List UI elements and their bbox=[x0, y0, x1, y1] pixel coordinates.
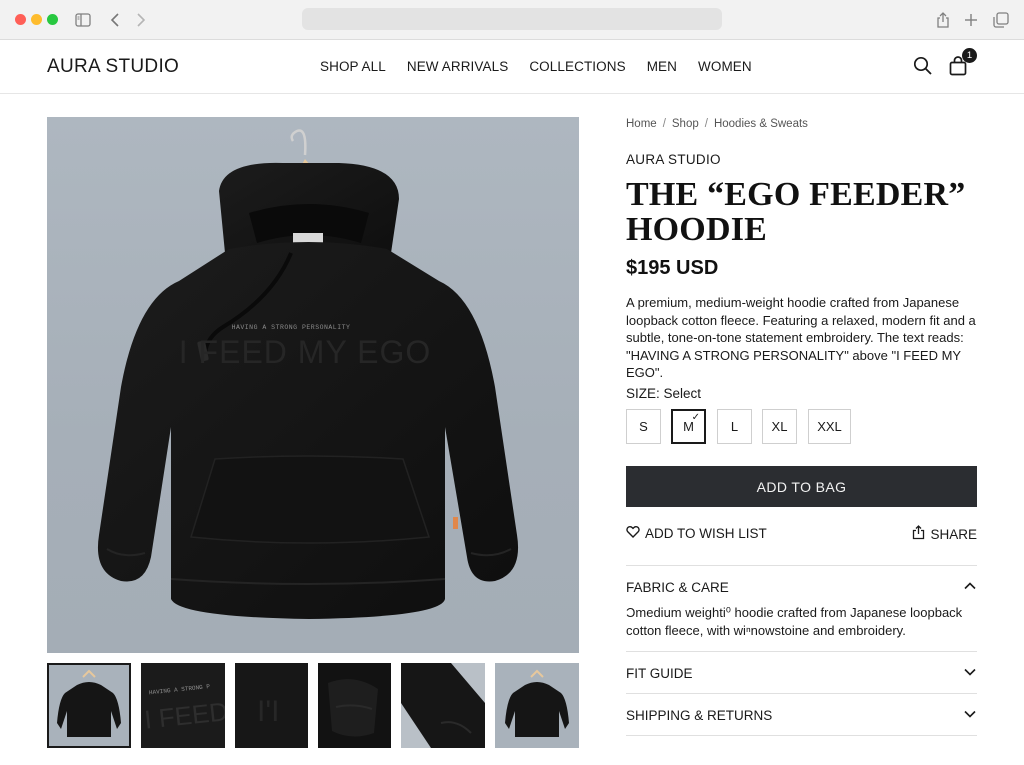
nav-new-arrivals[interactable]: NEW ARRIVALS bbox=[407, 59, 508, 74]
product-main-image[interactable]: HAVING A STRONG PERSONALITY I FEED MY EG… bbox=[47, 117, 579, 653]
accordion-shipping-returns: SHIPPING & RETURNS bbox=[626, 693, 977, 736]
address-bar[interactable] bbox=[302, 8, 722, 30]
accordion-content: Ɔmedium weighti⁰ hoodie crafted from Jap… bbox=[626, 605, 963, 638]
brand-logo[interactable]: AURA STUDIO bbox=[47, 56, 179, 78]
close-window-button[interactable] bbox=[15, 14, 26, 25]
accordion-title: FIT GUIDE bbox=[626, 665, 693, 681]
svg-text:I'I: I'I bbox=[257, 695, 279, 728]
tabs-icon[interactable] bbox=[990, 9, 1012, 31]
new-tab-icon[interactable] bbox=[960, 9, 982, 31]
size-option-l[interactable]: L bbox=[717, 409, 752, 444]
wish-list-link[interactable]: ADD TO WISH LIST bbox=[626, 525, 767, 541]
browser-toolbar bbox=[0, 0, 1024, 40]
back-icon[interactable] bbox=[104, 9, 126, 31]
nav-shop-all[interactable]: SHOP ALL bbox=[320, 59, 386, 74]
wish-list-label: ADD TO WISH LIST bbox=[645, 525, 767, 541]
product-price: $195 USD bbox=[626, 257, 719, 279]
thumbnail-front[interactable] bbox=[47, 663, 131, 748]
size-label: SIZE: Select bbox=[626, 386, 702, 401]
thumbnail-cuff-detail[interactable] bbox=[318, 663, 391, 748]
thumbnail-embroidery-closeup[interactable]: HAVING A STRONG PI FEED bbox=[141, 663, 225, 748]
accordion-fit-guide: FIT GUIDE bbox=[626, 651, 977, 694]
accordion-title: SHIPPING & RETURNS bbox=[626, 707, 773, 723]
embroidery-large-text: I FEED MY EGO bbox=[179, 334, 431, 370]
breadcrumb-separator: / bbox=[662, 118, 666, 130]
cart-count-badge: 1 bbox=[962, 48, 977, 63]
accordion-header[interactable]: FIT GUIDE bbox=[626, 652, 977, 694]
size-option-s[interactable]: S bbox=[626, 409, 661, 444]
thumbnail-back[interactable] bbox=[495, 663, 579, 748]
hoodie-front-image: HAVING A STRONG PERSONALITY I FEED MY EG… bbox=[97, 129, 519, 619]
product-brand: AURA STUDIO bbox=[626, 152, 721, 167]
thumbnail-strip: HAVING A STRONG PI FEED I'I bbox=[47, 663, 579, 748]
chevron-down-icon bbox=[963, 707, 977, 724]
accordion-title: FABRIC & CARE bbox=[626, 579, 729, 595]
share-link[interactable]: SHARE bbox=[912, 525, 977, 543]
heart-icon bbox=[626, 525, 640, 541]
accordion-divider bbox=[626, 735, 977, 736]
embroidery-small-text: HAVING A STRONG PERSONALITY bbox=[232, 324, 351, 331]
breadcrumb-hoodies[interactable]: Hoodies & Sweats bbox=[714, 118, 808, 130]
chevron-down-icon bbox=[963, 665, 977, 682]
accordion-header[interactable]: SHIPPING & RETURNS bbox=[626, 694, 977, 736]
share-icon bbox=[912, 525, 925, 543]
thumbnail-sleeve-detail[interactable] bbox=[401, 663, 485, 748]
site-header: AURA STUDIO SHOP ALL NEW ARRIVALS COLLEC… bbox=[0, 41, 1024, 94]
size-option-m[interactable]: M ✓ bbox=[671, 409, 706, 444]
forward-icon[interactable] bbox=[130, 9, 152, 31]
nav-women[interactable]: WOMEN bbox=[698, 59, 752, 74]
thumbnail-fabric-detail[interactable]: I'I bbox=[235, 663, 308, 748]
search-icon[interactable] bbox=[912, 55, 936, 79]
chevron-up-icon bbox=[963, 579, 977, 596]
size-option-xl[interactable]: XL bbox=[762, 409, 797, 444]
add-to-bag-button[interactable]: ADD TO BAG bbox=[626, 466, 977, 507]
checkmark-icon: ✓ bbox=[691, 412, 700, 423]
sidebar-icon[interactable] bbox=[72, 9, 94, 31]
size-option-xxl[interactable]: XXL bbox=[808, 409, 851, 444]
svg-text:I FEED: I FEED bbox=[143, 696, 225, 735]
breadcrumb-separator: / bbox=[704, 118, 708, 130]
zoom-window-button[interactable] bbox=[47, 14, 58, 25]
nav-collections[interactable]: COLLECTIONS bbox=[529, 59, 625, 74]
svg-text:HAVING A STRONG P: HAVING A STRONG P bbox=[149, 683, 211, 696]
nav-men[interactable]: MEN bbox=[647, 59, 677, 74]
accordion-header[interactable]: FABRIC & CARE bbox=[626, 566, 977, 608]
main-nav: SHOP ALL NEW ARRIVALS COLLECTIONS MEN WO… bbox=[320, 59, 773, 74]
share-label: SHARE bbox=[930, 526, 977, 542]
accordion-fabric-care: FABRIC & CARE Ɔmedium weighti⁰ hoodie cr… bbox=[626, 565, 977, 639]
share-icon[interactable] bbox=[932, 9, 954, 31]
breadcrumb-shop[interactable]: Shop bbox=[672, 118, 699, 130]
product-title: THE “EGO FEEDER” HOODIE bbox=[626, 176, 966, 248]
breadcrumb-home[interactable]: Home bbox=[626, 118, 657, 130]
minimize-window-button[interactable] bbox=[31, 14, 42, 25]
breadcrumb: Home / Shop / Hoodies & Sweats bbox=[626, 118, 808, 130]
product-description: A premium, medium-weight hoodie crafted … bbox=[626, 295, 976, 381]
